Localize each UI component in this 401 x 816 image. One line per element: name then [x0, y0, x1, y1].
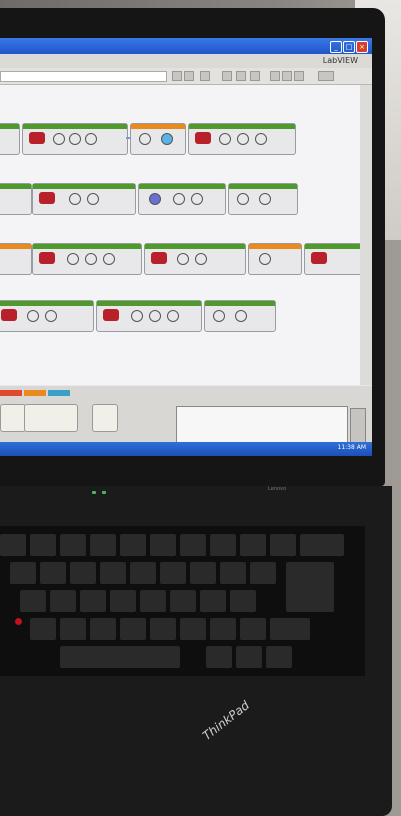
keyboard-key[interactable] [0, 534, 26, 556]
trackpoint[interactable] [15, 618, 22, 625]
keyboard-key[interactable] [210, 534, 236, 556]
program-block[interactable] [144, 243, 246, 275]
canvas-scrollbar[interactable] [360, 85, 372, 385]
pointer-tool-button[interactable] [172, 71, 182, 81]
program-block[interactable] [188, 123, 296, 155]
keyboard-key[interactable] [10, 562, 36, 584]
keyboard-key[interactable] [120, 618, 146, 640]
program-block[interactable] [138, 183, 226, 215]
sequence-wire [126, 137, 130, 139]
arrow-left-key[interactable] [206, 646, 232, 668]
program-block[interactable] [228, 183, 298, 215]
keyboard-key[interactable] [40, 562, 66, 584]
status-led [92, 491, 96, 494]
program-canvas[interactable] [0, 85, 362, 385]
keyboard-key[interactable] [120, 534, 146, 556]
content-editor-button[interactable] [318, 71, 334, 81]
program-block[interactable] [0, 183, 32, 215]
program-block[interactable] [22, 123, 128, 155]
zoom-in-button[interactable] [270, 71, 280, 81]
redo-button[interactable] [250, 71, 260, 81]
keyboard-key[interactable] [190, 562, 216, 584]
zoom-out-button[interactable] [282, 71, 292, 81]
close-button[interactable]: × [356, 41, 368, 53]
program-name-field[interactable] [0, 71, 167, 82]
keyboard-key[interactable] [30, 618, 56, 640]
undo-button[interactable] [236, 71, 246, 81]
program-block[interactable] [304, 243, 362, 275]
palette-tab-sensor[interactable] [48, 390, 70, 396]
keyboard-key[interactable] [160, 562, 186, 584]
toolbar [0, 68, 372, 85]
keyboard-key[interactable] [150, 618, 176, 640]
keyboard-key[interactable] [240, 534, 266, 556]
brand-small: Lenovo [268, 486, 287, 492]
keyboard-key[interactable] [220, 562, 246, 584]
palette-block[interactable] [24, 404, 78, 432]
keyboard-key[interactable] [200, 590, 226, 612]
comment-tool-button[interactable] [200, 71, 210, 81]
arrow-down-key[interactable] [236, 646, 262, 668]
keyboard-key[interactable] [230, 590, 256, 612]
program-block[interactable] [0, 243, 32, 275]
keyboard-key[interactable] [110, 590, 136, 612]
keyboard-key[interactable] [80, 590, 106, 612]
palette-tab-action[interactable] [0, 390, 22, 396]
keyboard-key[interactable] [170, 590, 196, 612]
keyboard-key[interactable] [210, 618, 236, 640]
enter-key[interactable] [286, 562, 334, 612]
keyboard-key[interactable] [150, 534, 176, 556]
keyboard-key[interactable] [240, 618, 266, 640]
arrow-right-key[interactable] [266, 646, 292, 668]
zoom-reset-button[interactable] [294, 71, 304, 81]
app-brand: LabVIEW [322, 56, 358, 65]
keyboard-key[interactable] [90, 618, 116, 640]
pan-tool-button[interactable] [184, 71, 194, 81]
windows-taskbar: 11:38 AM [0, 442, 372, 456]
keyboard-key[interactable] [180, 534, 206, 556]
program-block[interactable] [0, 300, 94, 332]
keyboard [0, 526, 365, 676]
program-block[interactable] [32, 243, 142, 275]
keyboard-key[interactable] [140, 590, 166, 612]
menu-bar: LabVIEW [0, 54, 372, 68]
program-block[interactable] [248, 243, 302, 275]
window-titlebar: _ □ × [0, 38, 372, 54]
palette-tab-flow[interactable] [24, 390, 46, 396]
keyboard-key[interactable] [30, 534, 56, 556]
keyboard-key[interactable] [60, 618, 86, 640]
palette-block[interactable] [0, 404, 26, 432]
taskbar-clock: 11:38 AM [337, 444, 366, 451]
minimize-button[interactable]: _ [330, 41, 342, 53]
keyboard-key[interactable] [300, 534, 344, 556]
keyboard-key[interactable] [100, 562, 126, 584]
keyboard-key[interactable] [70, 562, 96, 584]
keyboard-key[interactable] [270, 534, 296, 556]
keyboard-key[interactable] [90, 534, 116, 556]
program-block[interactable] [32, 183, 136, 215]
keyboard-key[interactable] [20, 590, 46, 612]
program-block[interactable] [204, 300, 276, 332]
keyboard-key[interactable] [250, 562, 276, 584]
program-block[interactable] [0, 123, 20, 155]
palette-block[interactable] [92, 404, 118, 432]
save-button[interactable] [222, 71, 232, 81]
keyboard-key[interactable] [60, 534, 86, 556]
keyboard-key[interactable] [130, 562, 156, 584]
keyboard-key[interactable] [270, 618, 310, 640]
program-block[interactable] [130, 123, 186, 155]
maximize-button[interactable]: □ [343, 41, 355, 53]
keyboard-key[interactable] [50, 590, 76, 612]
laptop: _ □ × LabVIEW 11:38 AM Lenovo ThinkPad [0, 8, 392, 816]
program-block[interactable] [96, 300, 202, 332]
status-led [102, 491, 106, 494]
keyboard-key[interactable] [180, 618, 206, 640]
space-key[interactable] [60, 646, 180, 668]
laptop-screen: _ □ × LabVIEW 11:38 AM [0, 38, 372, 456]
